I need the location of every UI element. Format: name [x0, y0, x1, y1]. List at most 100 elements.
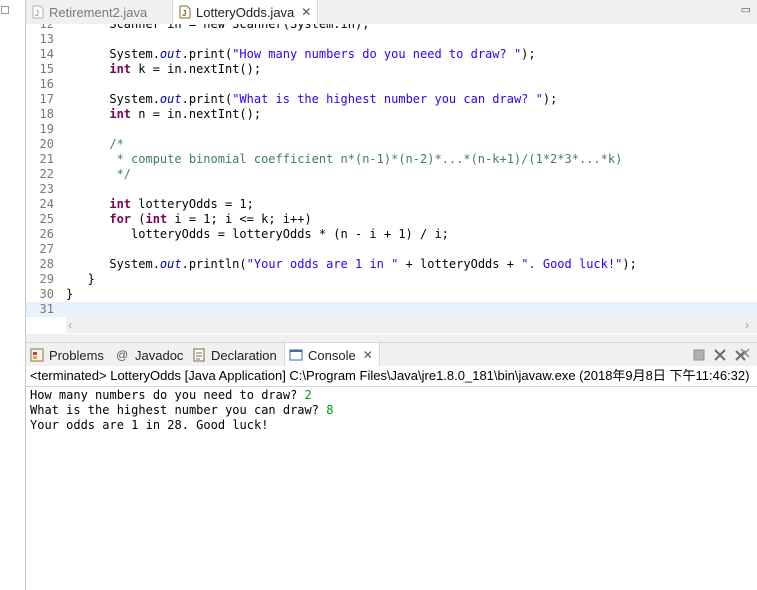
console-text: What is the highest number you can draw?: [30, 403, 327, 417]
code-token: .println(: [181, 257, 247, 271]
code-token: k = in.nextInt();: [131, 62, 262, 76]
code-token: lotteryOdds = 1;: [131, 197, 254, 211]
svg-text:J: J: [182, 9, 186, 18]
code-token: + lotteryOdds +: [398, 257, 522, 271]
code-token: "Your odds are 1 in ": [246, 257, 399, 271]
line-number: 23: [39, 182, 54, 196]
code-line[interactable]: 18 int n = in.nextInt();: [26, 107, 757, 122]
code-token: * compute binomial coefficient n*(n-1)*(…: [66, 152, 623, 166]
code-text: lotteryOdds = lotteryOdds * (n - i + 1) …: [66, 227, 449, 242]
line-number: 16: [39, 77, 54, 91]
code-line[interactable]: 15 int k = in.nextInt();: [26, 62, 757, 77]
line-number: 27: [39, 242, 54, 256]
code-editor[interactable]: 12 Scanner in = new Scanner(System.in); 1…: [26, 24, 757, 319]
scroll-right-icon[interactable]: ›: [745, 318, 749, 332]
java-file-icon: J: [32, 5, 44, 19]
code-token: System.: [66, 257, 160, 271]
code-line[interactable]: 14 System.out.print("How many numbers do…: [26, 47, 757, 62]
code-token: );: [542, 92, 558, 106]
code-line[interactable]: 31: [26, 302, 757, 317]
left-sidebar-strip: [0, 0, 26, 590]
code-token: out: [159, 92, 182, 106]
pane-divider[interactable]: [26, 334, 757, 342]
tab-console[interactable]: Console ✕: [284, 343, 380, 367]
code-line[interactable]: 24 int lotteryOdds = 1;: [26, 197, 757, 212]
tab-retirement2[interactable]: J Retirement2.java: [30, 0, 147, 24]
code-line[interactable]: 20 /*: [26, 137, 757, 152]
code-token: /*: [66, 137, 124, 151]
code-token: "What is the highest number you can draw…: [232, 92, 543, 106]
console-text: Your odds are 1 in 28. Good luck!: [30, 418, 269, 432]
line-number: 30: [39, 287, 54, 301]
code-token: }: [66, 272, 95, 286]
code-line[interactable]: 25 for (int i = 1; i <= k; i++): [26, 212, 757, 227]
editor-tab-bar: J Retirement2.java J LotteryOdds.java ✕ …: [26, 0, 757, 25]
code-token: ". Good luck!": [521, 257, 623, 271]
code-token: lotteryOdds = lotteryOdds * (n - i + 1) …: [66, 227, 449, 241]
declaration-icon: [192, 348, 206, 362]
code-token: */: [66, 167, 132, 181]
code-line[interactable]: 30}: [26, 287, 757, 302]
minimize-icon[interactable]: ▭: [741, 3, 751, 16]
code-line[interactable]: 27: [26, 242, 757, 257]
close-icon[interactable]: ✕: [301, 5, 311, 19]
line-number: 25: [39, 212, 54, 226]
code-text: /*: [66, 137, 124, 152]
console-line: What is the highest number you can draw?…: [30, 403, 333, 418]
code-line[interactable]: 12 Scanner in = new Scanner(System.in);: [26, 24, 757, 32]
tab-declaration[interactable]: Declaration: [192, 343, 277, 367]
tab-label: Retirement2.java: [49, 4, 148, 20]
code-token: int: [109, 62, 132, 76]
console-output[interactable]: How many numbers do you need to draw? 2W…: [26, 387, 757, 590]
line-number: 29: [39, 272, 54, 286]
code-token: Scanner in = new Scanner(System.in);: [66, 24, 370, 31]
code-line[interactable]: 28 System.out.println("Your odds are 1 i…: [26, 257, 757, 272]
code-token: .print(: [181, 47, 233, 61]
svg-text:J: J: [35, 9, 39, 18]
code-line[interactable]: 16: [26, 77, 757, 92]
code-token: int: [109, 197, 132, 211]
code-line[interactable]: 19: [26, 122, 757, 137]
remove-launches-icon[interactable]: [712, 347, 728, 363]
restore-icon[interactable]: [1, 6, 9, 14]
tab-problems[interactable]: Problems: [30, 343, 104, 367]
close-icon[interactable]: ✕: [363, 348, 373, 362]
line-number: 21: [39, 152, 54, 166]
line-number: 28: [39, 257, 54, 271]
code-text: Scanner in = new Scanner(System.in);: [66, 24, 369, 32]
console-line: How many numbers do you need to draw? 2: [30, 388, 312, 403]
line-number: 17: [39, 92, 54, 106]
code-line[interactable]: 22 */: [26, 167, 757, 182]
code-token: i = 1; i <= k; i++): [167, 212, 312, 226]
horizontal-scrollbar[interactable]: ‹ ›: [66, 317, 757, 333]
scroll-left-icon[interactable]: ‹: [68, 318, 72, 332]
line-number: 13: [39, 32, 54, 46]
line-number: 24: [39, 197, 54, 211]
java-file-icon: J: [179, 5, 191, 19]
code-line[interactable]: 17 System.out.print("What is the highest…: [26, 92, 757, 107]
code-token: int: [109, 107, 132, 121]
remove-all-icon[interactable]: [734, 347, 750, 363]
code-token: }: [66, 287, 74, 301]
console-user-input: 2: [304, 388, 312, 402]
tab-javadoc[interactable]: @ Javadoc: [116, 343, 183, 367]
code-line[interactable]: 21 * compute binomial coefficient n*(n-1…: [26, 152, 757, 167]
code-token: );: [622, 257, 637, 271]
code-line[interactable]: 13: [26, 32, 757, 47]
tab-lotteryodds[interactable]: J LotteryOdds.java ✕: [172, 0, 319, 24]
console-text: How many numbers do you need to draw?: [30, 388, 305, 402]
line-number: 12: [39, 24, 54, 31]
code-token: System.: [66, 47, 160, 61]
console-line: Your odds are 1 in 28. Good luck!: [30, 418, 268, 433]
terminate-icon[interactable]: [691, 347, 707, 363]
console-icon: [289, 348, 303, 362]
line-number: 15: [39, 62, 54, 76]
code-line[interactable]: 29 }: [26, 272, 757, 287]
code-line[interactable]: 23: [26, 182, 757, 197]
code-line[interactable]: 26 lotteryOdds = lotteryOdds * (n - i + …: [26, 227, 757, 242]
code-text: }: [66, 272, 95, 287]
code-text: int k = in.nextInt();: [66, 62, 261, 77]
